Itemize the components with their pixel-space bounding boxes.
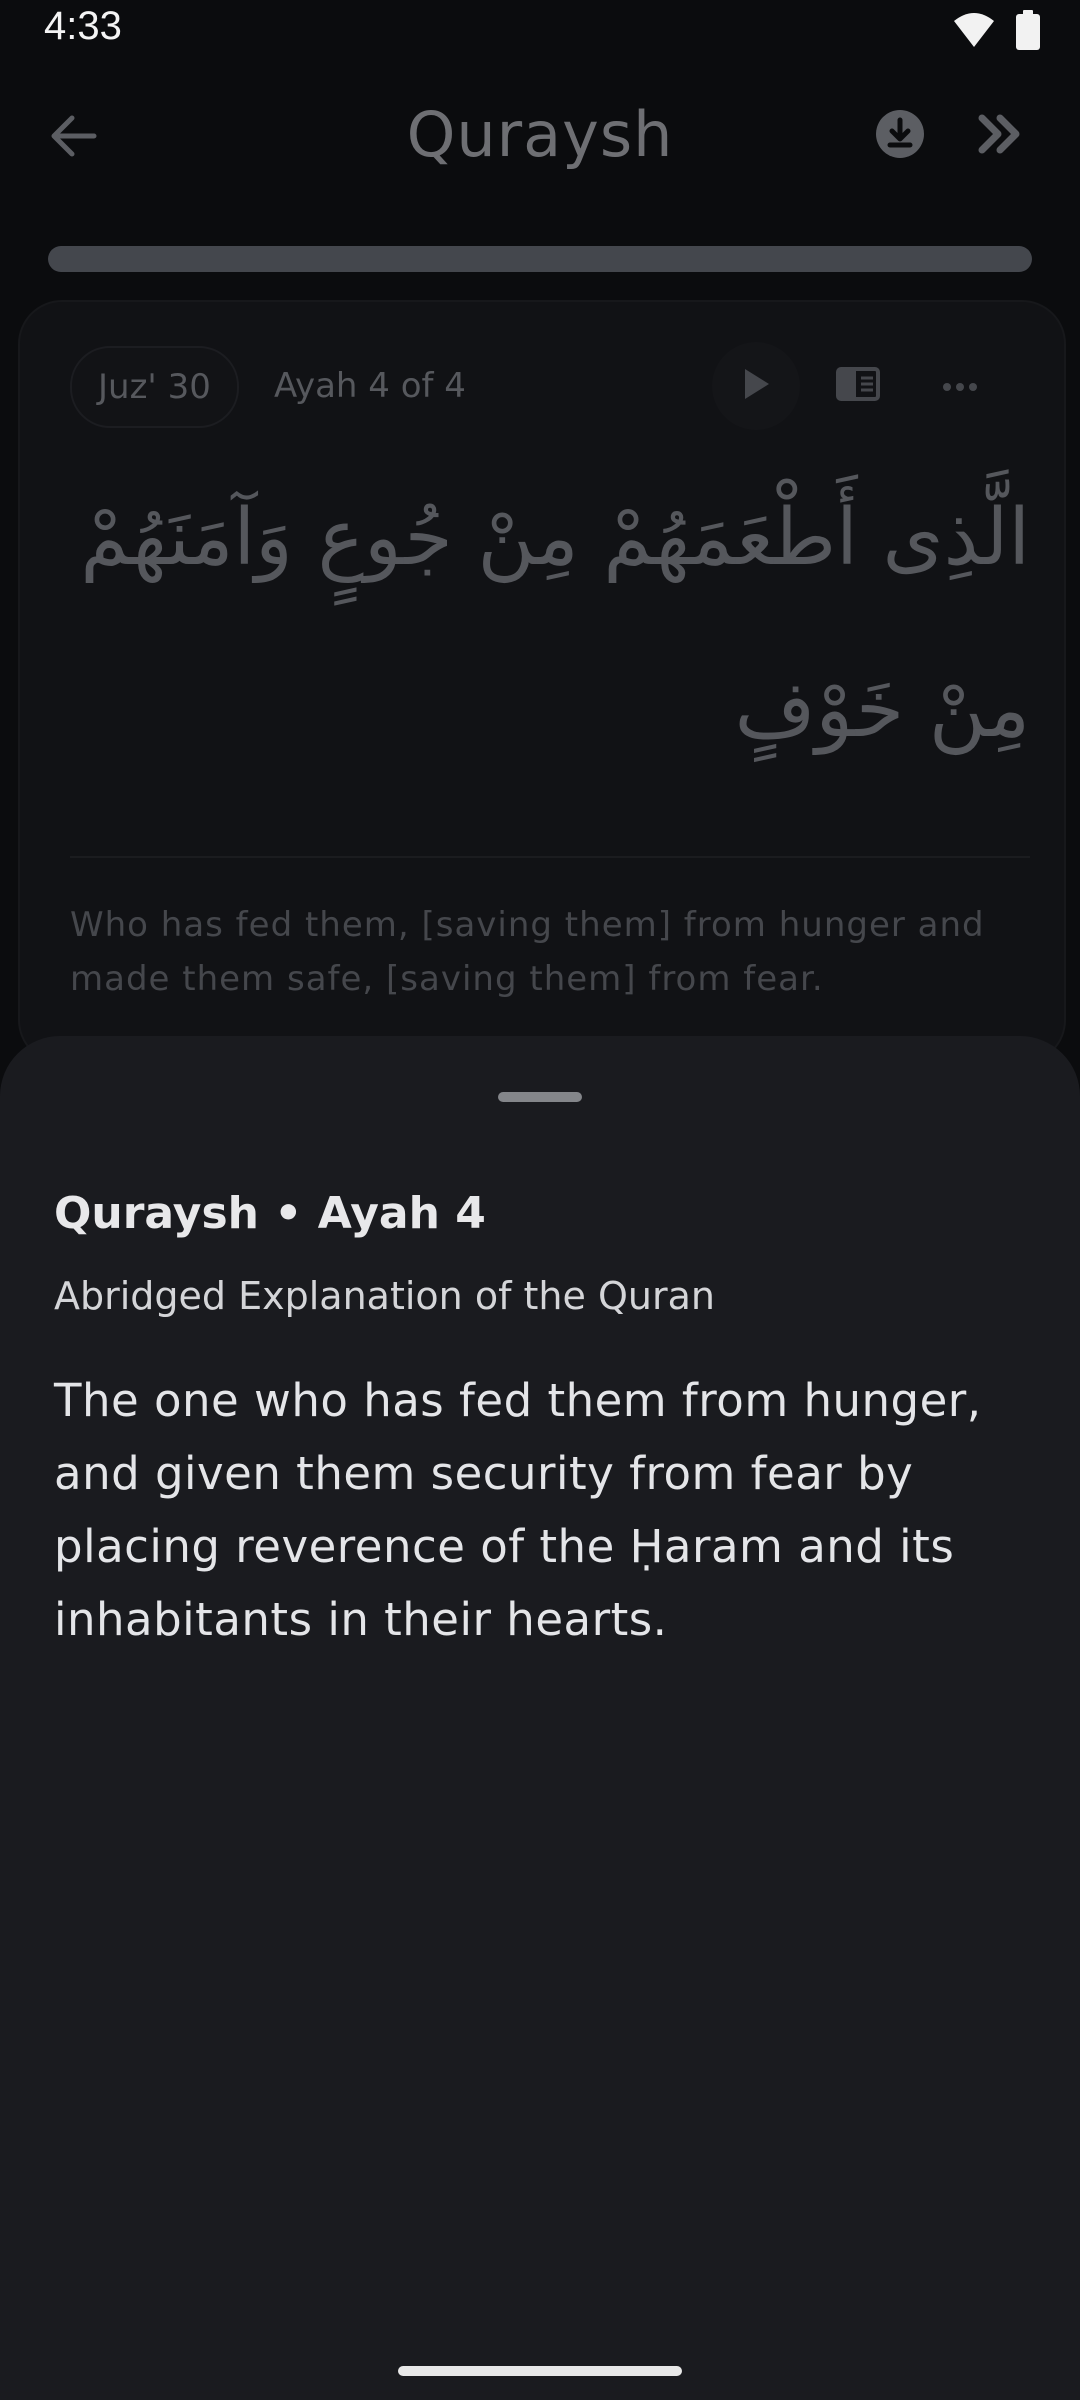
- battery-icon: [1016, 10, 1040, 54]
- tafsir-button[interactable]: [818, 346, 898, 426]
- reading-progress-fill: [48, 246, 1032, 272]
- juz-badge: Juz' 30: [70, 346, 239, 428]
- status-time: 4:33: [44, 4, 122, 48]
- status-icons: [952, 10, 1040, 54]
- tafsir-text: The one who has fed them from hunger, an…: [54, 1374, 982, 1646]
- play-button[interactable]: [712, 342, 800, 430]
- reading-progress-bar: [48, 246, 1032, 272]
- ayah-translation: Who has fed them, [saving them] from hun…: [70, 905, 985, 999]
- ayah-card[interactable]: Juz' 30 Ayah 4 of 4 الَّذِى أَطْعَمَهُمْ…: [18, 300, 1066, 1064]
- tafsir-icon: [836, 367, 880, 405]
- sheet-drag-handle[interactable]: [498, 1092, 582, 1102]
- top-app-bar: Quraysh: [0, 64, 1080, 212]
- card-divider: [70, 856, 1030, 858]
- more-icon: [942, 377, 978, 396]
- sheet-heading: Quraysh • Ayah 4: [54, 1188, 486, 1239]
- ayah-arabic-text: الَّذِى أَطْعَمَهُمْ مِنْ جُوعٍ وَآمَنَه…: [80, 493, 1030, 755]
- status-bar: 4:33: [0, 0, 1080, 64]
- gesture-nav-handle[interactable]: [398, 2366, 682, 2376]
- next-surah-button[interactable]: [964, 100, 1036, 172]
- sheet-subtitle: Abridged Explanation of the Quran: [54, 1274, 715, 1318]
- screen: 4:33 Quraysh Juz' 30 Ayah 4 of 4 الَّذِى…: [0, 0, 1080, 2400]
- download-circle-icon: [874, 108, 926, 164]
- more-options-button[interactable]: [920, 346, 1000, 426]
- wifi-icon: [952, 11, 996, 53]
- play-icon: [741, 367, 771, 405]
- tafsir-bottom-sheet[interactable]: Quraysh • Ayah 4 Abridged Explanation of…: [0, 1036, 1080, 2400]
- ayah-count: Ayah 4 of 4: [274, 366, 466, 406]
- double-chevron-right-icon: [978, 114, 1022, 158]
- download-button[interactable]: [864, 100, 936, 172]
